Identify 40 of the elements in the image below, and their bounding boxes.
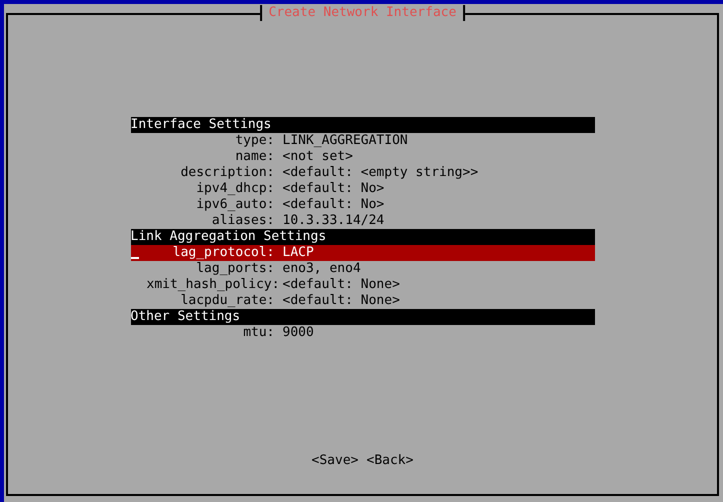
- setting-label: lacpdu_rate:: [180, 293, 274, 309]
- setting-row[interactable]: lag_protocol: LACP: [130, 245, 594, 261]
- setting-row[interactable]: ipv4_dhcp: <default: No>: [130, 181, 594, 197]
- setting-value: <default: None>: [282, 277, 400, 293]
- setting-label: lag_ports:: [195, 261, 274, 277]
- setting-row[interactable]: xmit_hash_policy: <default: None>: [130, 277, 594, 293]
- setting-label: ipv6_auto:: [195, 197, 274, 213]
- setting-row[interactable]: lag_ports: eno3, eno4: [130, 261, 594, 277]
- window-title: Create Network Interface: [260, 5, 466, 21]
- setting-label: aliases:: [210, 213, 274, 229]
- setting-label: lag_protocol:: [172, 245, 274, 261]
- setting-row[interactable]: name: <not set>: [130, 149, 594, 165]
- setting-value: 9000: [282, 325, 314, 341]
- setting-value: <default: None>: [282, 293, 400, 309]
- setting-value: <default: <empty string>>: [282, 165, 478, 181]
- section-header: Link Aggregation Settings: [130, 229, 594, 245]
- setting-label: description:: [180, 165, 274, 181]
- setting-label: name:: [234, 149, 274, 165]
- setting-value: <default: No>: [282, 197, 384, 213]
- setting-label: xmit_hash_policy:: [146, 277, 274, 293]
- setting-value: 10.3.33.14/24: [282, 213, 384, 229]
- setting-value: LACP: [282, 245, 314, 261]
- setting-row[interactable]: ipv6_auto: <default: No>: [130, 197, 594, 213]
- setting-label: mtu:: [242, 325, 274, 341]
- setting-value: eno3, eno4: [282, 261, 361, 277]
- section-header: Other Settings: [130, 309, 594, 325]
- setting-value: <default: No>: [282, 181, 384, 197]
- dialog-button[interactable]: <Save>: [312, 453, 358, 469]
- cursor-icon: [130, 257, 138, 259]
- setting-row[interactable]: mtu: 9000: [130, 325, 594, 341]
- setting-row[interactable]: lacpdu_rate: <default: None>: [130, 293, 594, 309]
- setting-row[interactable]: type: LINK_AGGREGATION: [130, 133, 594, 149]
- setting-row[interactable]: description: <default: <empty string>>: [130, 165, 594, 181]
- setting-label: ipv4_dhcp:: [195, 181, 274, 197]
- setting-value: LINK_AGGREGATION: [282, 133, 408, 149]
- setting-value: <not set>: [282, 149, 353, 165]
- setting-label: type:: [234, 133, 274, 149]
- dialog-button[interactable]: <Back>: [366, 453, 414, 469]
- section-header: Interface Settings: [130, 117, 594, 133]
- setting-row[interactable]: aliases: 10.3.33.14/24: [130, 213, 594, 229]
